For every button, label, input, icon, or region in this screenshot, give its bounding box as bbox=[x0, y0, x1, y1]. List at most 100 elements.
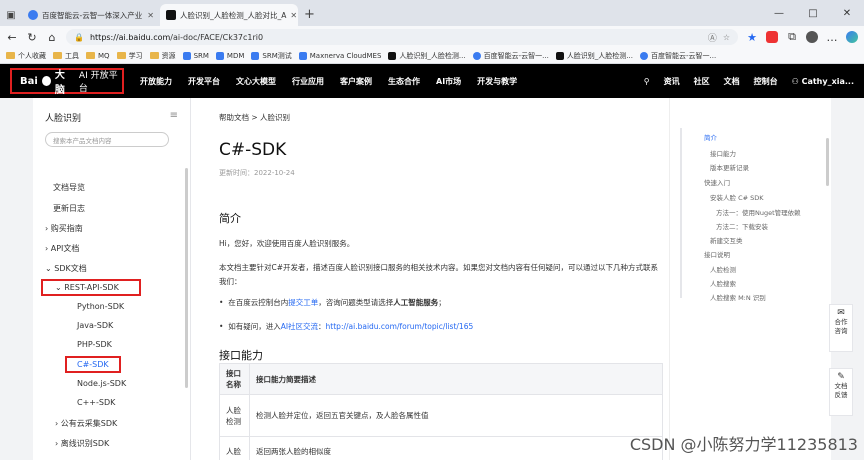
back-icon[interactable]: ← bbox=[6, 31, 18, 44]
nav-news[interactable]: 资讯 bbox=[664, 76, 680, 87]
folder-icon bbox=[116, 52, 126, 59]
nav-console[interactable]: 控制台 bbox=[754, 76, 778, 87]
toc-item[interactable]: 新建交互类 bbox=[710, 235, 743, 245]
maximize-icon[interactable]: □ bbox=[796, 8, 830, 19]
ai-platform-logo[interactable]: Bai 大脑 AI 开放平台 bbox=[10, 68, 124, 96]
profile-avatar-icon[interactable] bbox=[806, 31, 818, 43]
sidebar-item[interactable]: 更新日志 bbox=[53, 203, 85, 214]
zoom-icon[interactable]: Ⓐ bbox=[708, 31, 717, 44]
favorite-star-icon[interactable]: ☆ bbox=[723, 33, 730, 42]
close-icon[interactable]: ✕ bbox=[290, 11, 297, 20]
sidebar-item[interactable]: C++-SDK bbox=[77, 398, 115, 407]
url-field[interactable]: 🔒 https://ai.baidu.com/ai-doc/FACE/Ck37c… bbox=[66, 29, 738, 45]
sidebar-search-input[interactable]: 搜索本产品文档内容 bbox=[45, 132, 169, 147]
sidebar-item[interactable]: ⌄ SDK文档 bbox=[45, 263, 87, 274]
sidebar-item[interactable]: Node.js-SDK bbox=[77, 379, 126, 388]
bookmark-item[interactable]: 工具 bbox=[53, 51, 79, 61]
bookmark-item[interactable]: 人脸识别_人脸检测... bbox=[388, 51, 466, 61]
ai-site-icon bbox=[555, 51, 564, 60]
breadcrumb[interactable]: 帮助文档 > 人脸识别 bbox=[219, 112, 290, 123]
nav-industry[interactable]: 行业应用 bbox=[292, 76, 324, 87]
nav-ai-market[interactable]: AI市场 bbox=[436, 76, 461, 87]
bookmark-item[interactable]: Maxnerva CloudMES bbox=[298, 51, 381, 60]
url-host: https://ai.baidu.com bbox=[89, 32, 171, 42]
toc-item[interactable]: 人脸搜索 bbox=[710, 278, 736, 288]
favorites-star-icon[interactable]: ★ bbox=[746, 31, 758, 44]
contact-paragraph: 本文档主要针对C#开发者，描述百度人脸识别接口服务的相关技术内容。如果您对文档内… bbox=[219, 263, 659, 286]
nav-wenxin[interactable]: 文心大模型 bbox=[236, 76, 276, 87]
bookmark-item[interactable]: SRM bbox=[182, 51, 209, 60]
sidebar-item[interactable]: › API文档 bbox=[45, 243, 79, 254]
logo-platform: AI 开放平台 bbox=[78, 71, 118, 94]
extension-icon[interactable] bbox=[766, 31, 778, 43]
nav-dev-platform[interactable]: 开发平台 bbox=[188, 76, 220, 87]
toc-item[interactable]: 简介 bbox=[704, 132, 717, 142]
home-icon[interactable]: ⌂ bbox=[46, 31, 58, 44]
sidebar-item[interactable]: 文档导览 bbox=[53, 182, 85, 193]
sidebar-item[interactable]: › 公有云采集SDK bbox=[55, 418, 117, 429]
submit-ticket-link[interactable]: 提交工单 bbox=[288, 298, 318, 307]
bookmark-item[interactable]: 个人收藏 bbox=[6, 51, 46, 61]
forum-url-link[interactable]: http://ai.baidu.com/forum/topic/list/165 bbox=[326, 322, 474, 331]
nav-teaching[interactable]: 开发与教学 bbox=[477, 76, 517, 87]
copilot-icon[interactable] bbox=[846, 31, 858, 43]
menu-icon[interactable]: ≡ bbox=[170, 110, 178, 121]
logo-bai: Bai bbox=[20, 75, 38, 87]
sidebar-item[interactable]: › 购买指南 bbox=[45, 223, 83, 234]
toc-item[interactable]: 接口说明 bbox=[704, 249, 730, 259]
bookmark-item[interactable]: SRM测试 bbox=[251, 51, 292, 61]
community-link[interactable]: AI社区交流 bbox=[281, 322, 318, 331]
sidebar-item[interactable]: › 离线识别SDK bbox=[55, 438, 109, 449]
page-content: 人脸识别 ≡ 搜索本产品文档内容 文档导览 更新日志 › 购买指南 › API文档 ⌄ … bbox=[0, 98, 864, 460]
bookmark-item[interactable]: 学习 bbox=[116, 51, 143, 61]
sidebar-scrollbar[interactable] bbox=[185, 168, 188, 388]
sidebar-item[interactable]: PHP-SDK bbox=[77, 340, 112, 349]
toc-item[interactable]: 人脸搜索 M:N 识别 bbox=[710, 292, 766, 302]
site-icon bbox=[298, 51, 307, 60]
nav-open-capability[interactable]: 开放能力 bbox=[140, 76, 172, 87]
search-icon[interactable]: ⚲ bbox=[644, 77, 650, 86]
consult-button[interactable]: ✉ 合作咨询 bbox=[829, 304, 853, 352]
bookmark-item[interactable]: 人脸识别_人脸检测... bbox=[555, 51, 633, 61]
sidebar-item[interactable]: Java-SDK bbox=[77, 321, 113, 330]
browser-tab-1[interactable]: 百度智能云-云智一体深入产业 ✕ bbox=[22, 4, 160, 26]
toc-scrollbar[interactable] bbox=[826, 138, 829, 186]
close-window-icon[interactable]: ✕ bbox=[830, 8, 864, 19]
collections-icon[interactable]: ⧉ bbox=[786, 30, 798, 44]
nav-community[interactable]: 社区 bbox=[694, 76, 710, 87]
table-row: 人脸检测 检测人脸并定位，返回五官关键点，及人脸各属性值 bbox=[219, 394, 663, 437]
nav-cases[interactable]: 客户案例 bbox=[340, 76, 372, 87]
user-menu[interactable]: ⚇ Cathy_xia... bbox=[792, 77, 854, 86]
toc-item[interactable]: 方法一：使用Nuget管理依赖 bbox=[716, 207, 801, 217]
bookmark-item[interactable]: MDM bbox=[215, 51, 244, 60]
intro-paragraph: Hi，您好，欢迎使用百度人脸识别服务。 bbox=[219, 239, 355, 248]
bookmarks-bar: 个人收藏 工具 MQ 学习 资源 SRM MDM SRM测试 Maxnerva … bbox=[0, 48, 864, 64]
toc-item[interactable]: 接口能力 bbox=[710, 148, 736, 158]
toc-item[interactable]: 方法二：下载安装 bbox=[716, 221, 768, 231]
nav-ecosystem[interactable]: 生态合作 bbox=[388, 76, 420, 87]
tab-actions-icon[interactable]: ▣ bbox=[0, 4, 22, 26]
more-icon[interactable]: … bbox=[826, 31, 838, 44]
toc-item[interactable]: 版本更新记录 bbox=[710, 162, 749, 172]
folder-icon bbox=[149, 52, 159, 59]
new-tab-icon[interactable]: + bbox=[298, 7, 321, 26]
toc-item[interactable]: 人脸检测 bbox=[710, 264, 736, 274]
browser-tab-2[interactable]: 人脸识别_人脸检测_人脸对比_A ✕ bbox=[160, 4, 298, 26]
refresh-icon[interactable]: ↻ bbox=[26, 31, 38, 44]
bookmark-item[interactable]: 资源 bbox=[149, 51, 176, 61]
nav-docs[interactable]: 文档 bbox=[724, 76, 740, 87]
toc-item[interactable]: 安装人脸 C# SDK bbox=[710, 192, 764, 202]
edit-icon: ✎ bbox=[837, 372, 845, 382]
folder-icon bbox=[86, 52, 95, 59]
bookmark-item[interactable]: 百度智能云-云智一... bbox=[472, 51, 549, 61]
toc-item[interactable]: 快速入门 bbox=[704, 177, 730, 187]
bookmark-item[interactable]: MQ bbox=[86, 52, 110, 60]
bookmark-item[interactable]: 百度智能云-云智一... bbox=[640, 51, 716, 61]
chat-icon: ✉ bbox=[837, 308, 845, 318]
update-time: 更新时间：2022-10-24 bbox=[219, 169, 295, 177]
minimize-icon[interactable]: — bbox=[762, 8, 796, 19]
site-icon bbox=[182, 51, 191, 60]
feedback-button[interactable]: ✎ 文档反馈 bbox=[829, 368, 853, 416]
close-icon[interactable]: ✕ bbox=[147, 11, 154, 20]
sidebar-item[interactable]: Python-SDK bbox=[77, 302, 124, 311]
